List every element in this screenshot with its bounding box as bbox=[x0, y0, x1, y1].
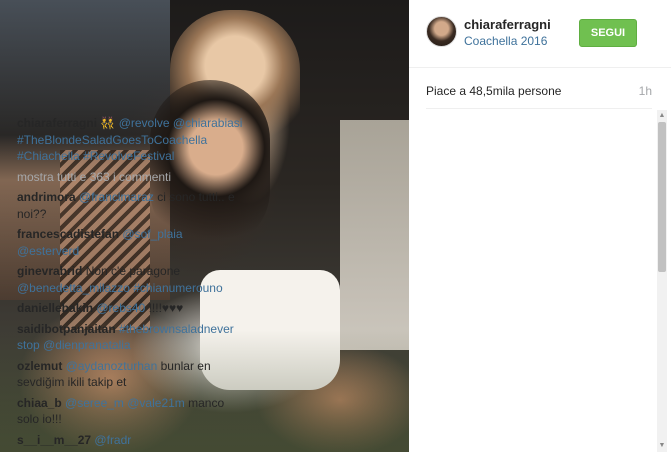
comment: daniellebakin @rebs40 !!!!♥♥♥ bbox=[17, 300, 245, 317]
follow-button[interactable]: SEGUI GIÀ bbox=[579, 19, 637, 65]
show-all-comments-link[interactable]: mostra tutti e 363 i commenti bbox=[17, 169, 245, 186]
post-header: chiaraferragni Coachella 2016 SEGUI GIÀ bbox=[409, 0, 671, 68]
caption-username[interactable]: chiaraferragni bbox=[17, 116, 97, 130]
comment-mention[interactable]: @seree_m @vale21m bbox=[65, 396, 185, 410]
caption: chiaraferragni 👯 @revolve @chiarabiasi #… bbox=[17, 115, 245, 165]
comment: andrimora @francimaraz ci sono tutti.. e… bbox=[17, 189, 245, 222]
avatar[interactable] bbox=[426, 16, 457, 47]
comment-username[interactable]: francescadistefan bbox=[17, 227, 119, 241]
caption-emoji: 👯 bbox=[100, 116, 116, 130]
comment-username[interactable]: andrimora bbox=[17, 190, 76, 204]
comment-mention[interactable]: @francimaraz bbox=[79, 190, 154, 204]
comment-username[interactable]: ozlemut bbox=[17, 359, 62, 373]
comment-mention[interactable]: @benedetta_milazzo #chianumerouno bbox=[17, 281, 223, 295]
likes-row: Piace a 48,5mila persone 1h bbox=[426, 84, 652, 98]
comment-mention[interactable]: @fradr bbox=[94, 433, 131, 447]
comment: saidibotpanjaitan #thebrownsaladnever st… bbox=[17, 321, 245, 354]
post-time: 1h bbox=[638, 84, 652, 98]
comment-text: Non c'è paragone bbox=[85, 264, 181, 278]
comment: francescadistefan @sof_plaia @esterverd bbox=[17, 226, 245, 259]
comment-username[interactable]: s__i__m__27 bbox=[17, 433, 91, 447]
comment-mention[interactable]: @aydanozturhan bbox=[66, 359, 158, 373]
scroll-down-arrow-icon[interactable]: ▼ bbox=[657, 440, 667, 452]
scroll-up-arrow-icon[interactable]: ▲ bbox=[657, 110, 667, 122]
comment: chiaa_b @seree_m @vale21m manco solo io!… bbox=[17, 395, 245, 428]
comment-mention[interactable]: @rebs40 bbox=[96, 301, 145, 315]
comment: s__i__m__27 @fradr bbox=[17, 432, 245, 449]
comment-username[interactable]: daniellebakin bbox=[17, 301, 93, 315]
comments-scrollbar[interactable]: ▲ ▼ bbox=[657, 110, 667, 452]
comment-text: !!!!♥♥♥ bbox=[145, 301, 184, 315]
post-side-panel: chiaraferragni Coachella 2016 SEGUI GIÀ … bbox=[409, 0, 671, 452]
post-location[interactable]: Coachella 2016 bbox=[464, 34, 547, 48]
comments-list: chiaraferragni 👯 @revolve @chiarabiasi #… bbox=[17, 115, 245, 452]
scrollbar-thumb[interactable] bbox=[658, 122, 666, 272]
comment-username[interactable]: chiaa_b bbox=[17, 396, 62, 410]
divider bbox=[426, 108, 652, 109]
comment: ginevrabrid Non c'è paragone @benedetta_… bbox=[17, 263, 245, 296]
caption-mention[interactable]: @chiarabiasi bbox=[173, 116, 243, 130]
comment: ozlemut @aydanozturhan bunlar en sevdiği… bbox=[17, 358, 245, 391]
comment-username[interactable]: ginevrabrid bbox=[17, 264, 82, 278]
comment-username[interactable]: saidibotpanjaitan bbox=[17, 322, 116, 336]
caption-hashtags[interactable]: #TheBlondeSaladGoesToCoachella #Chiachel… bbox=[17, 133, 207, 164]
background-object bbox=[340, 120, 409, 350]
caption-mention[interactable]: @revolve bbox=[119, 116, 170, 130]
likes-count[interactable]: Piace a 48,5mila persone bbox=[426, 84, 561, 98]
post-username[interactable]: chiaraferragni bbox=[464, 17, 551, 32]
